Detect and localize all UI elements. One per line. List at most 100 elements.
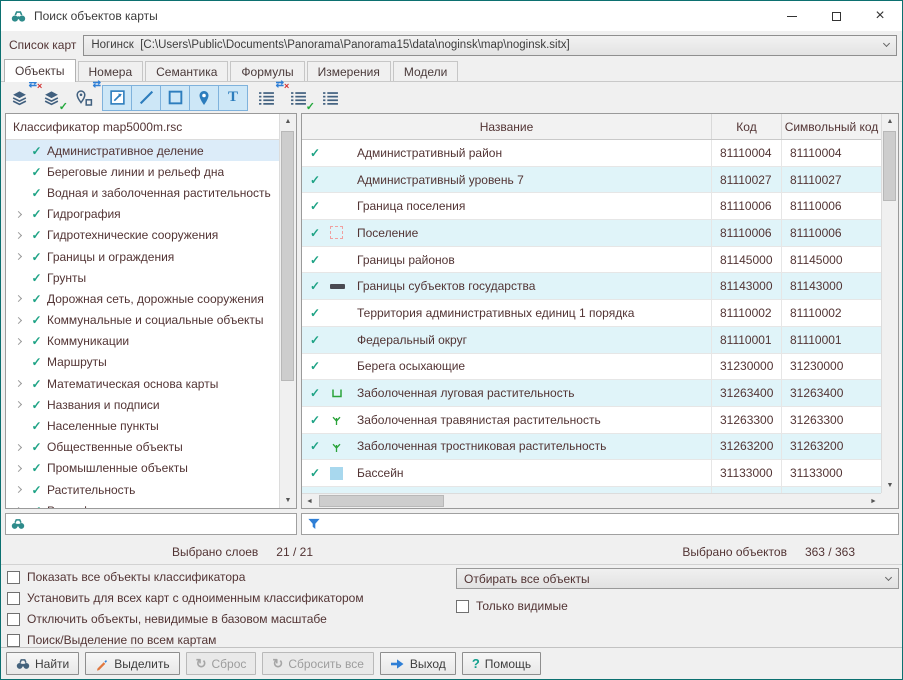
select-button[interactable]: Выделить (85, 652, 179, 675)
tree-item[interactable]: ✓Водная и заболоченная растительность (6, 182, 279, 203)
layer-search-box[interactable] (5, 513, 297, 535)
objects-list-button[interactable] (317, 85, 344, 111)
column-header-name[interactable]: Название (302, 114, 712, 139)
tree-item[interactable]: ✓Дорожная сеть, дорожные сооружения (6, 288, 279, 309)
expander-icon[interactable] (11, 339, 26, 344)
cell-symcode: 81145000 (782, 247, 881, 273)
table-row[interactable]: ✓Поселение8111000681110006 (302, 220, 881, 247)
tree-item[interactable]: ✓Административное деление (6, 140, 279, 161)
tree-item[interactable]: ✓Коммунальные и социальные объекты (6, 310, 279, 331)
table-row[interactable]: ✓Административный район8111000481110004 (302, 140, 881, 167)
select-objects-dropdown[interactable]: Отбирать все объекты (456, 568, 899, 589)
table-row[interactable]: ✓Федеральный округ8111000181110001 (302, 327, 881, 354)
expander-icon[interactable] (11, 233, 26, 238)
toggle-line-objects[interactable] (131, 85, 161, 111)
tree-item[interactable]: ✓Растительность (6, 479, 279, 500)
tree-item[interactable]: ✓Общественные объекты (6, 437, 279, 458)
tree-item[interactable]: ✓Коммуникации (6, 331, 279, 352)
toggle-point-objects[interactable] (189, 85, 219, 111)
toolbar: ⇄×✓⇄T⇄×✓ (1, 82, 902, 113)
check-icon: ✓ (26, 419, 47, 433)
table-row[interactable]: ✓Заболоченная тростниковая растительност… (302, 434, 881, 461)
tree-item[interactable]: ✓Промышленные объекты (6, 458, 279, 479)
title-bar: Поиск объектов карты × (1, 1, 902, 31)
table-row[interactable]: ✓Границы районов8114500081145000 (302, 247, 881, 274)
objects-table-hscrollbar[interactable]: ◄ ► (302, 493, 881, 508)
tree-item[interactable]: ✓Гидрография (6, 204, 279, 225)
tree-item-label: Гидротехнические сооружения (47, 228, 218, 242)
close-button[interactable]: × (858, 1, 902, 31)
tab-2[interactable]: Номера (78, 61, 144, 81)
table-row[interactable]: ✓Границы субъектов государства8114300081… (302, 273, 881, 300)
visible-only-checkbox[interactable]: Только видимые (456, 596, 899, 616)
expander-icon[interactable] (11, 445, 26, 450)
list-icon (322, 89, 339, 106)
scroll-down-icon[interactable]: ▼ (280, 493, 296, 508)
table-row[interactable]: ✓Административный уровень 78111002781110… (302, 167, 881, 194)
column-header-code[interactable]: Код (712, 114, 782, 139)
expander-icon[interactable] (11, 318, 26, 323)
tab-5[interactable]: Измерения (307, 61, 391, 81)
object-types-refresh-button[interactable]: ⇄ (70, 85, 97, 111)
tab-4[interactable]: Формулы (230, 61, 304, 81)
scroll-right-icon[interactable]: ► (866, 494, 881, 508)
scroll-down-icon[interactable]: ▼ (882, 478, 898, 493)
objects-table-scrollbar[interactable]: ▲ ▼ (881, 114, 898, 493)
find-button[interactable]: Найти (6, 652, 79, 675)
help-button[interactable]: ?Помощь (462, 652, 541, 675)
expander-icon[interactable] (11, 212, 26, 217)
toggle-text-objects[interactable]: T (218, 85, 248, 111)
expander-icon[interactable] (11, 487, 26, 492)
minimize-button[interactable] (770, 1, 814, 31)
layers-refresh-button[interactable]: ⇄ (6, 85, 33, 111)
tree-item[interactable]: ✓Береговые линии и рельеф дна (6, 161, 279, 182)
option-checkbox-4[interactable]: Поиск/Выделение по всем картам (7, 630, 902, 650)
layer-search-input[interactable] (30, 515, 296, 533)
scroll-up-icon[interactable]: ▲ (280, 114, 296, 129)
expander-icon[interactable] (11, 381, 26, 386)
scrollbar-thumb[interactable] (281, 131, 294, 381)
tree-item[interactable]: ✓Населенные пункты (6, 415, 279, 436)
table-row[interactable]: ✓Берега осыхающие3123000031230000 (302, 354, 881, 381)
table-row[interactable]: ✓Территория административных единиц 1 по… (302, 300, 881, 327)
object-filter-box[interactable] (301, 513, 899, 535)
tab-6[interactable]: Модели (393, 61, 459, 81)
maximize-button[interactable] (814, 1, 858, 31)
select-objects-value: Отбирать все объекты (464, 572, 590, 586)
scroll-up-icon[interactable]: ▲ (882, 114, 898, 129)
tree-item[interactable]: ✓Математическая основа карты (6, 373, 279, 394)
tree-item[interactable]: ✓Гидротехнические сооружения (6, 225, 279, 246)
expander-icon[interactable] (11, 254, 26, 259)
column-header-symcode[interactable]: Символьный код (782, 114, 881, 139)
exit-button[interactable]: Выход (380, 652, 456, 675)
table-row[interactable]: ✓Заболоченная луговая растительность3126… (302, 380, 881, 407)
check-icon: ✓ (26, 398, 47, 412)
toggle-area-objects[interactable] (160, 85, 190, 111)
expander-icon[interactable] (11, 402, 26, 407)
layers-tree-scrollbar[interactable]: ▲ ▼ (279, 114, 296, 508)
expander-icon[interactable] (11, 466, 26, 471)
table-row[interactable]: ✓Заболоченная травянистая растительность… (302, 407, 881, 434)
tab-3[interactable]: Семантика (145, 61, 228, 81)
scroll-left-icon[interactable]: ◄ (302, 494, 317, 508)
table-row[interactable]: ✓Граница поселения8111000681110006 (302, 193, 881, 220)
objects-list-refresh-button[interactable]: ⇄ (253, 85, 280, 111)
scrollbar-thumb[interactable] (883, 131, 896, 201)
button-label: Выход (410, 657, 446, 671)
tree-item[interactable]: ✓Рельеф суши (6, 500, 279, 508)
object-filter-input[interactable] (326, 515, 898, 533)
tab-1[interactable]: Объекты (4, 59, 76, 82)
tree-item[interactable]: ✓Грунты (6, 267, 279, 288)
objects-list-clear-button[interactable]: ×✓ (285, 85, 312, 111)
checkbox-icon (7, 613, 20, 626)
table-row[interactable]: ✓Бассейн3113300031133000 (302, 460, 881, 487)
map-list-dropdown[interactable]: Ногинск [C:\Users\Public\Documents\Panor… (83, 35, 897, 56)
tree-item[interactable]: ✓Маршруты (6, 352, 279, 373)
scrollbar-thumb[interactable] (319, 495, 444, 507)
tree-item[interactable]: ✓Границы и ограждения (6, 246, 279, 267)
layers-clear-button[interactable]: ×✓ (38, 85, 65, 111)
check-icon: ✓ (26, 165, 47, 179)
tree-item[interactable]: ✓Названия и подписи (6, 394, 279, 415)
toggle-polygon-objects[interactable] (102, 85, 132, 111)
expander-icon[interactable] (11, 296, 26, 301)
